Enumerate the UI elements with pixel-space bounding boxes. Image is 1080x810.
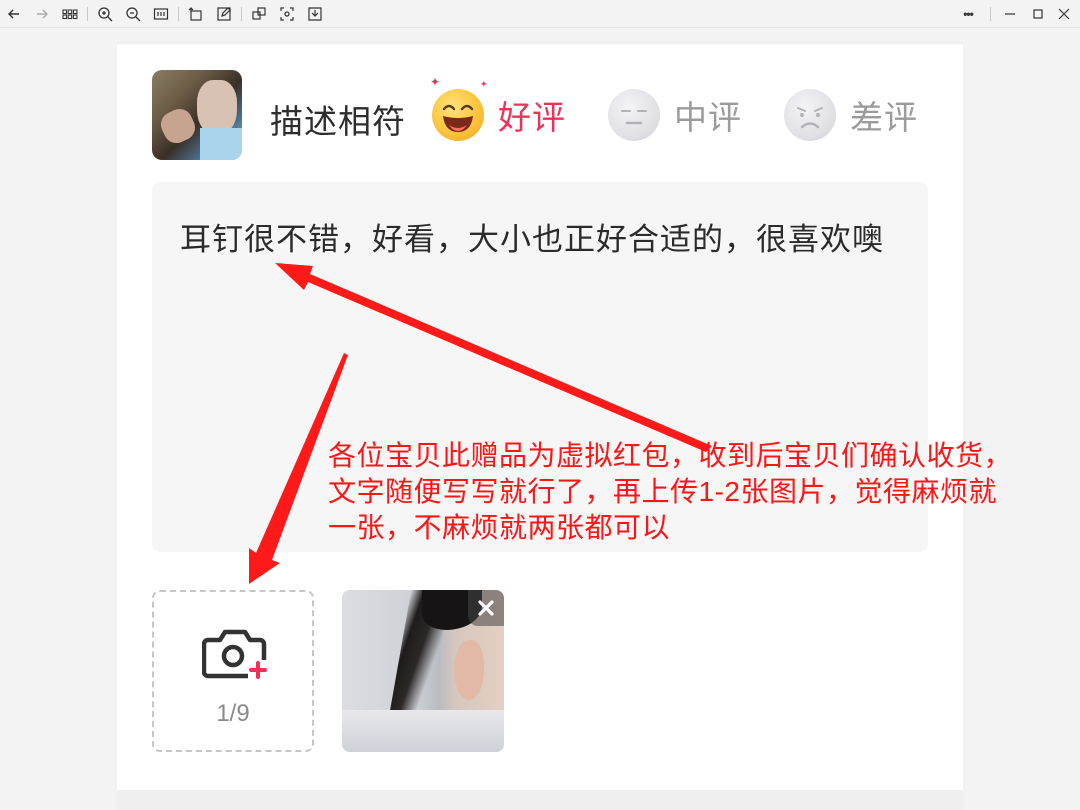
rating-good-label: 好评 xyxy=(498,99,566,136)
copy-icon[interactable] xyxy=(249,4,269,24)
rating-neutral[interactable]: 中评 xyxy=(608,85,742,145)
remove-photo-button[interactable] xyxy=(468,590,504,626)
fit-icon[interactable] xyxy=(151,4,171,24)
neutral-face-icon xyxy=(608,89,660,141)
rating-good[interactable]: ✦ ✦ 好评 xyxy=(430,75,566,145)
maximize-icon[interactable] xyxy=(1028,4,1048,24)
minimize-icon[interactable] xyxy=(1000,4,1020,24)
upload-count: 1/9 xyxy=(216,700,250,727)
zoom-in-icon[interactable] xyxy=(95,4,115,24)
canvas-footer xyxy=(117,790,963,810)
back-icon[interactable] xyxy=(4,4,24,24)
product-thumbnail xyxy=(152,70,242,160)
save-icon[interactable] xyxy=(305,4,325,24)
more-icon[interactable]: ••• xyxy=(957,4,979,24)
comment-text: 耳钉很不错，好看，大小也正好合适的，很喜欢噢 xyxy=(180,222,884,257)
close-icon[interactable] xyxy=(1054,4,1074,24)
happy-face-icon xyxy=(432,89,484,141)
edit-icon[interactable] xyxy=(214,4,234,24)
rating-neutral-label: 中评 xyxy=(674,99,742,136)
grid-icon[interactable] xyxy=(60,4,80,24)
sad-face-icon xyxy=(784,89,836,141)
sparkle-icon: ✦ xyxy=(430,75,441,89)
close-icon xyxy=(478,600,494,616)
fullscreen-icon[interactable] xyxy=(277,4,297,24)
description-match-label: 描述相符 xyxy=(270,103,406,140)
rating-bad-label: 差评 xyxy=(850,99,918,136)
annotation-text: 各位宝贝此赠品为虚拟红包，收到后宝贝们确认收货，文字随便写写就行了，再上传1-2… xyxy=(328,440,1013,543)
rating-bad[interactable]: 差评 xyxy=(784,85,918,145)
camera-icon xyxy=(202,629,268,680)
uploaded-photo[interactable] xyxy=(342,590,504,752)
add-photo-button[interactable]: 1/9 xyxy=(152,590,314,752)
forward-icon[interactable] xyxy=(32,4,52,24)
zoom-out-icon[interactable] xyxy=(123,4,143,24)
viewer-toolbar: ••• xyxy=(0,0,1080,28)
rotate-icon[interactable] xyxy=(186,4,206,24)
